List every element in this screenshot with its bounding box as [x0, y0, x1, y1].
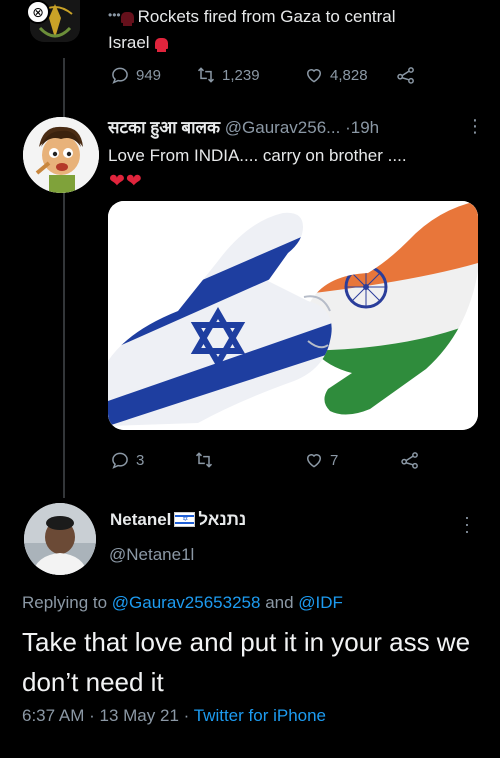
and-word: and: [265, 593, 294, 612]
meta-dot: ·: [183, 706, 190, 725]
retweet-button[interactable]: 1,239: [196, 65, 304, 85]
israel-india-handshake-image[interactable]: [108, 201, 478, 430]
like-count: 4,828: [330, 66, 368, 84]
retweet-icon: [197, 67, 215, 83]
tweet-time[interactable]: 6:37 AM: [22, 706, 84, 725]
reply1-handle[interactable]: @Gaurav256...: [225, 118, 341, 137]
reply-count: 3: [136, 451, 145, 469]
reply2-handle[interactable]: @Netane1l: [109, 545, 194, 565]
more-icon[interactable]: •••: [108, 8, 121, 22]
netanel-avatar[interactable]: [24, 503, 96, 575]
reply-icon: [112, 67, 128, 84]
retweet-count: 1,239: [222, 66, 260, 84]
like-icon: [306, 69, 322, 83]
close-icon[interactable]: ⊗: [26, 0, 50, 24]
reply2-display-name: Netanel: [110, 510, 172, 529]
reply2-hebrew-name: נתנאל: [198, 510, 247, 529]
reply2-more-icon[interactable]: · · ·: [462, 508, 472, 540]
reply-button[interactable]: 3: [110, 450, 194, 470]
meta-dot: ·: [89, 706, 95, 725]
reply2-name-row[interactable]: Netanel ✡ נתנאל: [110, 510, 246, 530]
top-tweet-line2: Israel: [108, 33, 150, 52]
share-button[interactable]: [400, 450, 426, 470]
heart-emojis: ❤❤: [109, 171, 143, 192]
like-count: 7: [330, 451, 339, 469]
top-tweet-line1: Rockets fired from Gaza to central: [137, 7, 396, 26]
like-icon: [306, 454, 322, 468]
siren-emoji: [154, 38, 168, 52]
reply1-more-icon[interactable]: ⋮: [466, 116, 485, 137]
like-button[interactable]: 4,828: [304, 65, 396, 85]
top-tweet-text: ••• Rockets fired from Gaza to central Is…: [108, 2, 488, 56]
reply-count: 949: [136, 66, 162, 84]
replying-to: Replying to @Gaurav25653258 and @IDF: [22, 593, 343, 613]
top-tweet-actions: 949 1,239 4,828: [110, 65, 422, 85]
israel-flag-emoji: ✡: [174, 512, 196, 527]
retweet-icon: [195, 452, 213, 468]
reply2-text: Take that love and put it in your ass we…: [22, 627, 471, 697]
siren-emoji: [120, 12, 134, 26]
cartoon-avatar[interactable]: [23, 117, 99, 193]
share-button[interactable]: [396, 65, 422, 85]
retweet-button[interactable]: [194, 450, 304, 470]
like-button[interactable]: 7: [304, 450, 400, 470]
mention-idf[interactable]: @IDF: [298, 593, 343, 612]
tweet-date[interactable]: 13 May 21: [100, 706, 179, 725]
share-icon: [401, 452, 418, 469]
reply-button[interactable]: 949: [110, 65, 196, 85]
share-icon: [397, 67, 414, 84]
mention-gaurav[interactable]: @Gaurav25653258: [112, 593, 261, 612]
tweet-meta: 6:37 AM · 13 May 21 · Twitter for iPhone: [22, 706, 326, 726]
reply1-display-name[interactable]: सटका हुआ बालक: [108, 118, 220, 137]
reply1-time[interactable]: 19h: [351, 118, 379, 137]
replying-prefix: Replying to: [22, 593, 108, 612]
reply-icon: [112, 452, 128, 469]
reply1-header: सटका हुआ बालक @Gaurav256... ·19h: [108, 116, 379, 140]
reply1-actions: 3 7: [110, 450, 426, 470]
reply1-text: Love From INDIA.... carry on brother ...…: [108, 146, 407, 165]
tweet-client[interactable]: Twitter for iPhone: [194, 706, 326, 725]
